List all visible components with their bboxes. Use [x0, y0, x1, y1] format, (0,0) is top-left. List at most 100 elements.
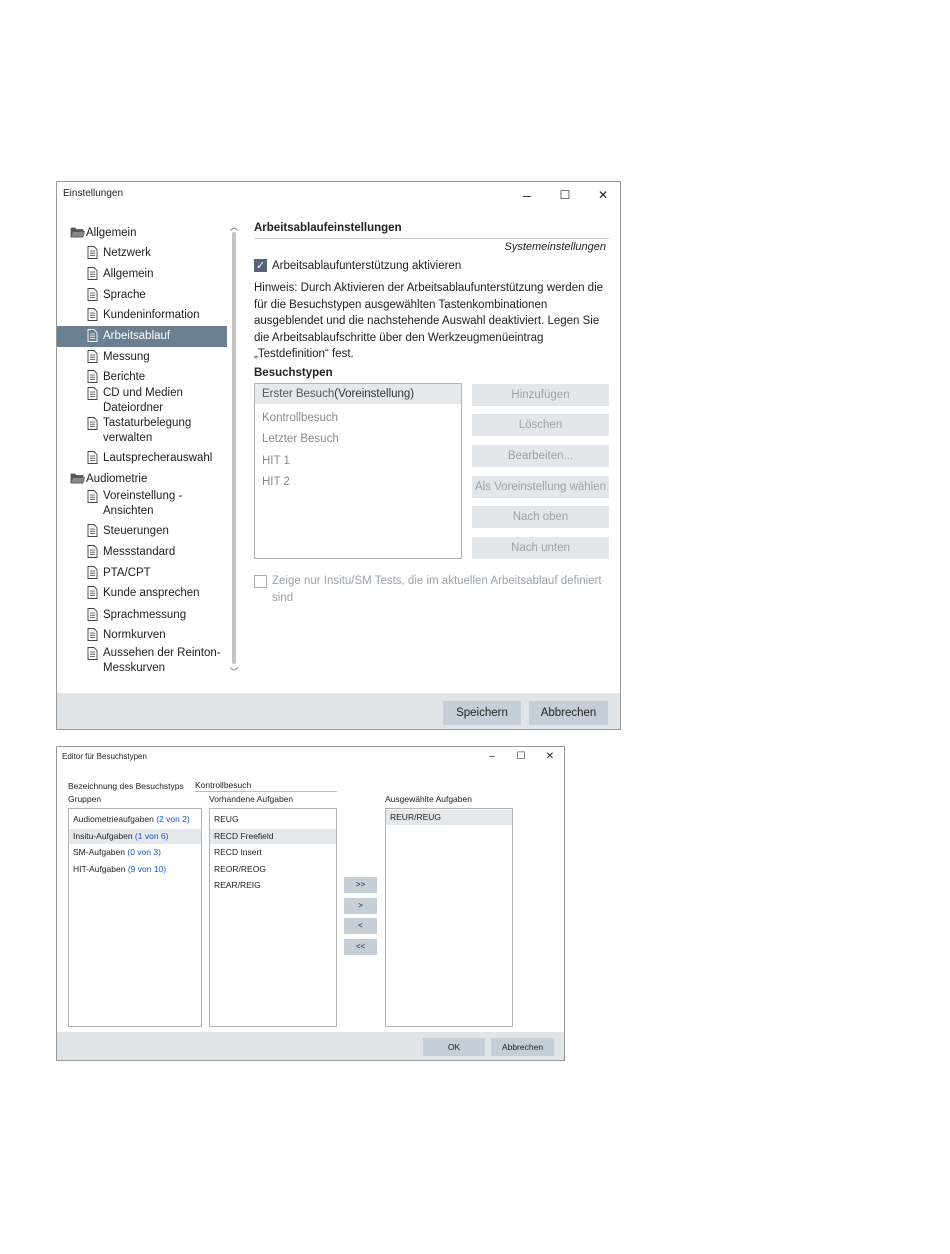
selected-task-item[interactable]: REUR/REUG: [386, 810, 512, 825]
tree-item-messung[interactable]: Messung: [57, 347, 227, 367]
insitu-filter-line-1: Zeige nur Insitu/SM Tests, die im aktuel…: [272, 575, 602, 587]
tree-item-messstandard[interactable]: Messstandard: [57, 542, 227, 563]
available-task-item[interactable]: REAR/REIG: [210, 878, 336, 893]
editor-close-button[interactable]: ✕: [536, 748, 564, 766]
minimize-button[interactable]: –: [508, 184, 546, 206]
tree-item-lautsprecherauswahl[interactable]: Lautsprecherauswahl: [57, 448, 227, 469]
insitu-filter-checkbox[interactable]: [254, 575, 267, 588]
group-count: (0 von 3): [127, 847, 161, 857]
page-icon: [87, 350, 98, 366]
tree-item-audiometrie[interactable]: Audiometrie: [57, 469, 227, 489]
group-item[interactable]: Audiometrieaufgaben (2 von 2): [69, 812, 201, 827]
visit-types-label: Besuchstypen: [254, 367, 333, 379]
selected-tasks-label: Ausgewählte Aufgaben: [385, 794, 472, 804]
group-item[interactable]: HIT-Aufgaben (9 von 10): [69, 862, 201, 877]
page-icon: [87, 370, 98, 386]
tree-item-berichte[interactable]: Berichte: [57, 367, 227, 386]
default-marker: (Voreinstellung): [334, 388, 415, 400]
visit-type-name-input[interactable]: Kontrollbesuch: [195, 780, 337, 792]
visit-type-action-button[interactable]: Hinzufügen: [472, 384, 609, 406]
visit-type-action-button[interactable]: Löschen: [472, 414, 609, 436]
scroll-down-icon[interactable]: ﹀: [229, 665, 239, 678]
visit-type-action-button[interactable]: Bearbeiten...: [472, 445, 609, 467]
available-task-item[interactable]: RECD Freefield: [210, 828, 336, 844]
close-button[interactable]: ✕: [584, 184, 622, 206]
panel-subheading: Systemeinstellungen: [504, 241, 606, 253]
enable-workflow-checkbox[interactable]: ✓: [254, 259, 267, 272]
tree-item-arbeitsablauf[interactable]: Arbeitsablauf: [57, 326, 227, 347]
tree-scrollbar[interactable]: ︿ ﹀: [228, 220, 240, 678]
available-task-item[interactable]: REOR/REOG: [210, 862, 336, 877]
settings-titlebar: Einstellungen – ☐ ✕: [57, 182, 620, 210]
page-icon: [87, 451, 98, 467]
move-all-right-button[interactable]: >>: [344, 877, 377, 893]
save-button[interactable]: Speichern: [443, 701, 521, 725]
tree-item-sprachmessung[interactable]: Sprachmessung: [57, 605, 227, 625]
group-name: Audiometrieaufgaben: [73, 814, 154, 824]
tree-item-aussehen-der-reinton[interactable]: Aussehen der Reinton- Messkurven: [57, 646, 227, 678]
available-task-item[interactable]: REUG: [210, 812, 336, 827]
group-item[interactable]: Insitu-Aufgaben (1 von 6): [69, 828, 201, 844]
visit-type-name-label: Bezeichnung des Besuchstyps: [68, 781, 184, 791]
tree-item-kunde-ansprechen[interactable]: Kunde ansprechen: [57, 583, 227, 605]
tree-item-steuerungen[interactable]: Steuerungen: [57, 521, 227, 542]
group-item[interactable]: SM-Aufgaben (0 von 3): [69, 845, 201, 860]
editor-cancel-button[interactable]: Abbrechen: [491, 1038, 554, 1056]
group-name: SM-Aufgaben: [73, 847, 125, 857]
page-icon: [87, 387, 98, 403]
visit-type-item[interactable]: HIT 1: [255, 452, 461, 470]
tree-item-label: Netzwerk: [103, 247, 151, 259]
folder-icon: [70, 472, 86, 487]
ok-button[interactable]: OK: [423, 1038, 485, 1056]
tree-item-sprache[interactable]: Sprache: [57, 285, 227, 305]
tree-item-kundeninformation[interactable]: Kundeninformation: [57, 305, 227, 326]
visit-types-list: Erster Besuch(Voreinstellung) Kontrollbes…: [254, 383, 462, 559]
available-task-item[interactable]: RECD Insert: [210, 845, 336, 860]
tree-item-cd-und-medien[interactable]: CD und Medien Dateiordner: [57, 386, 227, 416]
visit-type-action-button[interactable]: Als Voreinstellung wählen: [472, 476, 609, 498]
groups-label: Gruppen: [68, 794, 102, 804]
visit-type-label: HIT 2: [262, 476, 290, 488]
tree-item-label: Voreinstellung -: [103, 490, 183, 502]
tree-item-tastaturbelegung[interactable]: Tastaturbelegung verwalten: [57, 416, 227, 448]
hint-line: Hinweis: Durch Aktivieren der Arbeitsabl…: [254, 282, 604, 294]
tree-item-allgemein[interactable]: Allgemein: [57, 264, 227, 285]
editor-minimize-button[interactable]: –: [478, 748, 506, 766]
tree-item-normkurven[interactable]: Normkurven: [57, 625, 227, 646]
page-icon: [87, 647, 98, 663]
hint-line: ausgeblendet und die nachstehende Auswah…: [254, 315, 600, 327]
tree-item-pta-cpt[interactable]: PTA/CPT: [57, 563, 227, 583]
tree-item-label: PTA/CPT: [103, 567, 151, 579]
tree-item-label: Normkurven: [103, 629, 166, 641]
hint-line: „Testdefinition“ fest.: [254, 348, 354, 360]
tree-item-voreinstellung[interactable]: Voreinstellung - Ansichten: [57, 489, 227, 521]
tree-item-allgemein[interactable]: Allgemein: [57, 223, 227, 243]
move-all-left-button[interactable]: <<: [344, 938, 377, 955]
available-tasks-list: REUG RECD Freefield RECD Insert REOR/REOG RE…: [209, 808, 337, 1027]
group-count: (2 von 2): [156, 814, 190, 824]
move-right-button[interactable]: >: [344, 897, 377, 914]
visit-type-item[interactable]: Letzter Besuch: [255, 430, 461, 448]
tree-item-label: Audiometrie: [86, 473, 148, 485]
maximize-button[interactable]: ☐: [546, 184, 584, 206]
tree-item-label: Sprachmessung: [103, 609, 187, 621]
visit-type-label: HIT 1: [262, 454, 290, 467]
tree-item-label: Sprache: [103, 289, 146, 301]
tree-item-label-line-2: Messkurven: [103, 662, 165, 674]
visit-type-action-button[interactable]: Nach oben: [472, 506, 609, 528]
move-left-button[interactable]: <: [344, 918, 377, 934]
hint-line: für die Besuchstypen ausgewählten Tasten…: [254, 298, 548, 311]
editor-maximize-button[interactable]: ☐: [507, 748, 535, 766]
tree-item-label: Allgemein: [103, 268, 154, 280]
tree-item-netzwerk[interactable]: Netzwerk: [57, 243, 227, 264]
visit-type-item[interactable]: Erster Besuch(Voreinstellung): [255, 384, 461, 404]
cancel-button[interactable]: Abbrechen: [529, 701, 608, 725]
page-icon: [87, 586, 98, 602]
scroll-thumb[interactable]: [232, 232, 236, 664]
editor-window-title: Editor für Besuchstypen: [62, 752, 147, 761]
visit-type-item[interactable]: HIT 2: [255, 473, 461, 491]
visit-type-action-button[interactable]: Nach unten: [472, 537, 609, 559]
tree-item-label-line-2: Dateiordner: [103, 402, 164, 414]
page-icon: [87, 417, 98, 433]
visit-type-item[interactable]: Kontrollbesuch: [255, 409, 461, 427]
